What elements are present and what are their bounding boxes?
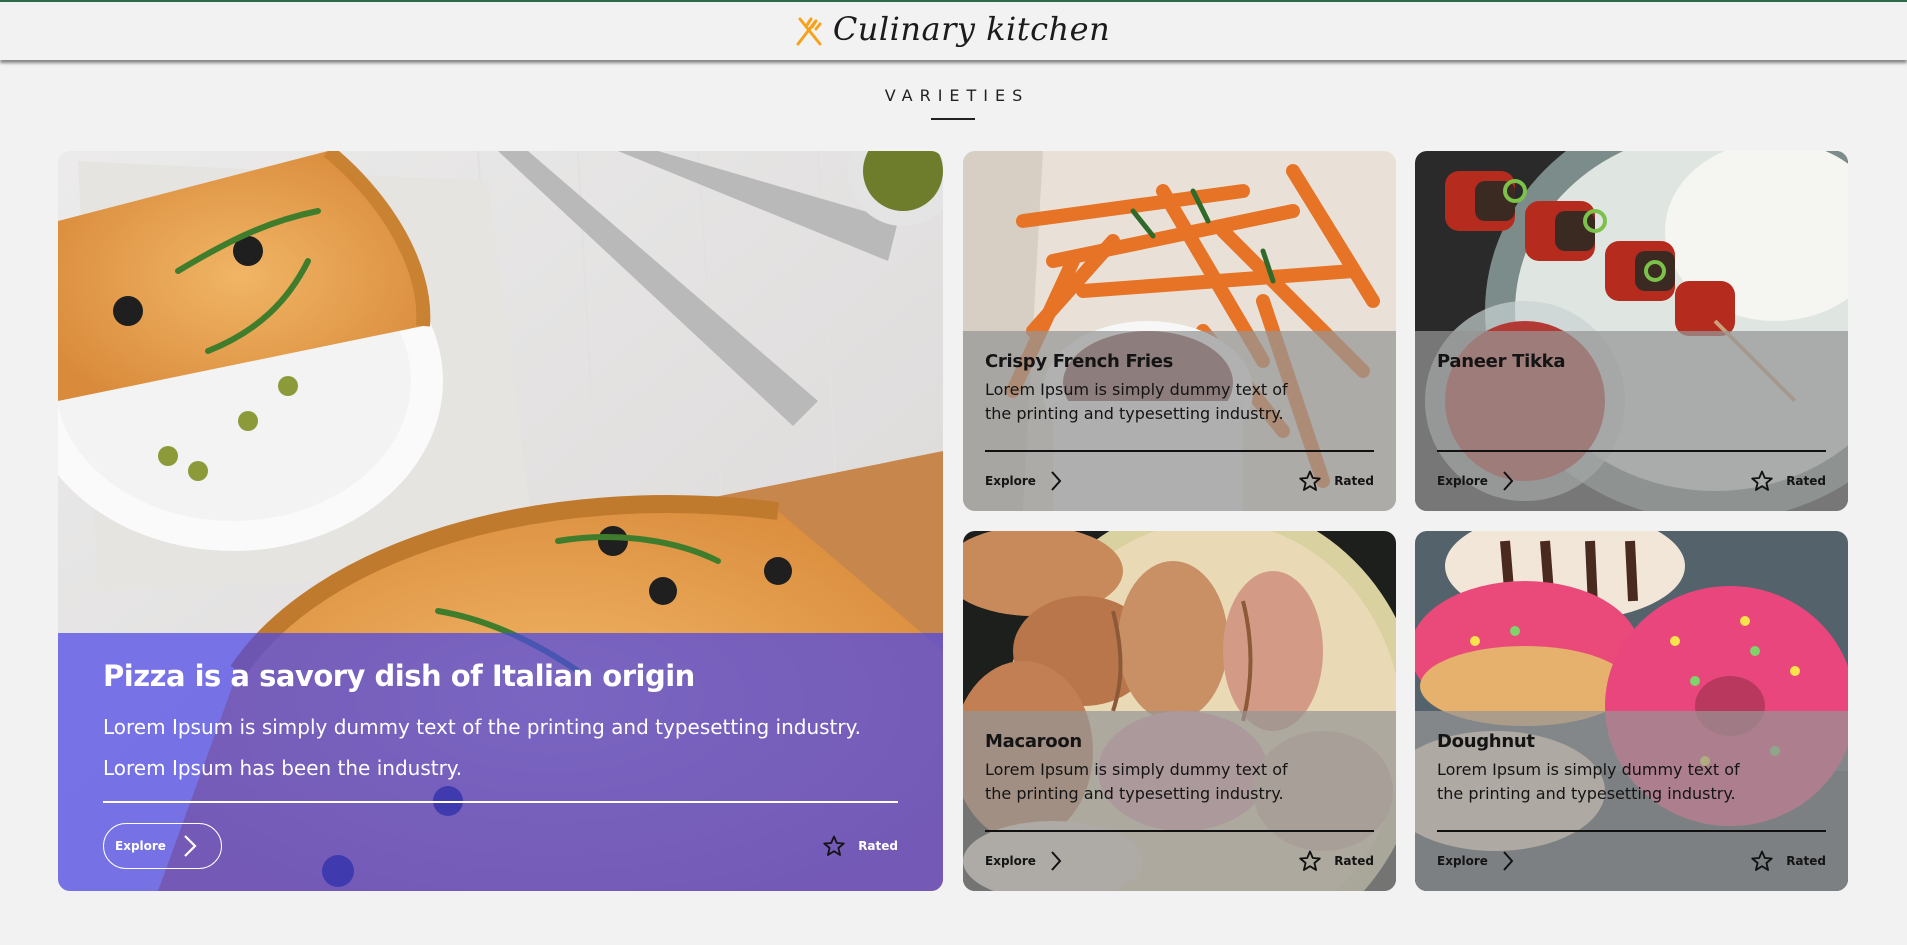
featured-footer: Explore Rated [103,823,898,869]
card-crispy-french-fries[interactable]: Crispy French Fries Lorem Ipsum is simpl… [963,151,1396,511]
card-description: Lorem Ipsum is simply dummy text of the … [1437,760,1740,803]
explore-label: Explore [1437,474,1488,488]
rated-label: Rated [1786,854,1826,868]
explore-link[interactable]: Explore [985,470,1062,492]
star-outline-icon[interactable] [1298,469,1322,493]
card-footer: Explore Rated [1437,468,1826,494]
brand-logo[interactable]: Culinary kitchen [793,10,1111,48]
explore-label: Explore [985,474,1036,488]
card-overlay: Macaroon Lorem Ipsum is simply dummy tex… [963,711,1396,891]
card-title: Paneer Tikka [1437,351,1566,372]
card-divider [985,830,1374,832]
card-divider [1437,450,1826,452]
explore-link[interactable]: Explore [985,850,1062,872]
fork-knife-icon [793,14,825,48]
featured-divider [103,801,898,803]
featured-overlay: Pizza is a savory dish of Italian origin… [58,633,943,891]
card-title: Macaroon [985,731,1082,752]
card-title: Crispy French Fries [985,351,1174,372]
card-overlay: Crispy French Fries Lorem Ipsum is simpl… [963,331,1396,511]
card-macaroon[interactable]: Macaroon Lorem Ipsum is simply dummy tex… [963,531,1396,891]
card-description: Lorem Ipsum is simply dummy text of the … [985,760,1288,803]
card-title: Doughnut [1437,731,1535,752]
featured-description-line2: Lorem Ipsum has been the industry. [103,756,463,780]
star-outline-icon[interactable] [1750,849,1774,873]
featured-rating: Rated [822,834,898,858]
card-description: Lorem Ipsum is simply dummy text of the … [985,380,1288,423]
star-outline-icon[interactable] [1298,849,1322,873]
brand-name: Culinary kitchen [832,10,1111,48]
explore-label: Explore [985,854,1036,868]
card-overlay: Doughnut Lorem Ipsum is simply dummy tex… [1415,711,1848,891]
section-title-underline [931,118,975,120]
card-footer: Explore Rated [1437,848,1826,874]
explore-link[interactable]: Explore [1437,850,1514,872]
top-navbar: Culinary kitchen [0,0,1907,60]
chevron-right-icon [1050,470,1062,492]
card-overlay: Paneer Tikka Explore Rated [1415,331,1848,511]
featured-title: Pizza is a savory dish of Italian origin [103,659,695,693]
explore-label: Explore [1437,854,1488,868]
rated-label: Rated [1334,854,1374,868]
card-rating: Rated [1750,469,1826,493]
section-title: VARIETIES [884,86,1030,105]
star-outline-icon[interactable] [822,834,846,858]
card-divider [985,450,1374,452]
card-divider [1437,830,1826,832]
explore-label: Explore [115,839,166,853]
featured-description-line1: Lorem Ipsum is simply dummy text of the … [103,715,861,739]
card-doughnut[interactable]: Doughnut Lorem Ipsum is simply dummy tex… [1415,531,1848,891]
explore-link[interactable]: Explore [1437,470,1514,492]
rated-label: Rated [1786,474,1826,488]
star-outline-icon[interactable] [1750,469,1774,493]
card-rating: Rated [1298,849,1374,873]
featured-card-pizza[interactable]: Pizza is a savory dish of Italian origin… [58,151,943,891]
card-rating: Rated [1298,469,1374,493]
rated-label: Rated [1334,474,1374,488]
chevron-right-icon [1050,850,1062,872]
chevron-right-icon [1502,850,1514,872]
featured-explore-button[interactable]: Explore [103,823,222,869]
card-paneer-tikka[interactable]: Paneer Tikka Explore Rated [1415,151,1848,511]
rated-label: Rated [858,839,898,853]
card-footer: Explore Rated [985,848,1374,874]
chevron-right-icon [182,834,198,858]
card-rating: Rated [1750,849,1826,873]
card-footer: Explore Rated [985,468,1374,494]
chevron-right-icon [1502,470,1514,492]
